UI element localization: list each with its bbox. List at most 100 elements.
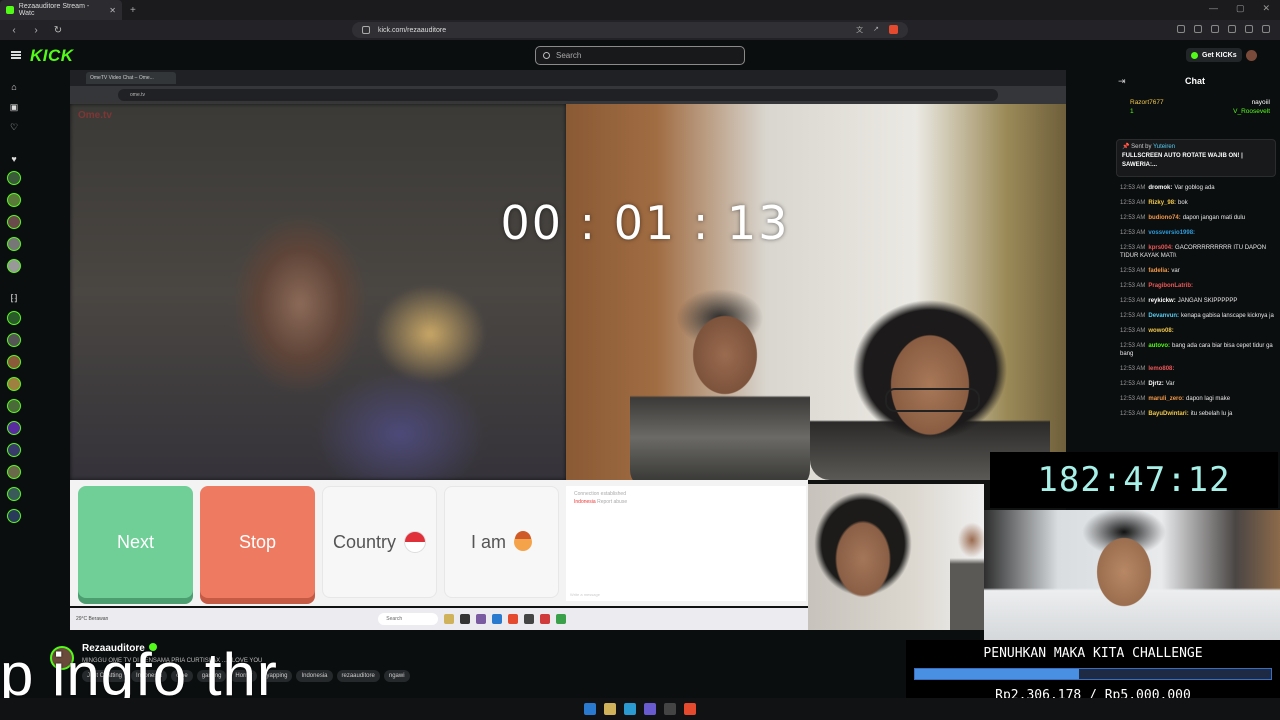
browser-tab[interactable]: Rezaauditore Stream - Watc ✕ [0, 0, 122, 20]
followed-channel-avatar[interactable] [7, 259, 21, 273]
recommended-channel-avatar[interactable] [7, 399, 21, 413]
user-avatar[interactable] [1246, 50, 1257, 61]
recommended-channel-avatar[interactable] [7, 421, 21, 435]
edge-icon [492, 614, 503, 624]
followed-channel-avatar[interactable] [7, 171, 21, 185]
chat-username[interactable]: Djrtz: [1148, 381, 1163, 387]
followed-channel-avatar[interactable] [7, 193, 21, 207]
tab-title: Rezaauditore Stream - Watc [18, 3, 90, 17]
chat-message: 12:53 AM maruli_zero: dapon lagi make [1120, 395, 1278, 403]
followed-channel-avatar[interactable] [7, 215, 21, 229]
chat-username[interactable]: reykickw: [1148, 298, 1175, 304]
chat-timestamp: 12:53 AM [1120, 366, 1146, 372]
country-button[interactable]: Country [322, 486, 437, 598]
tab-close-icon[interactable]: ✕ [109, 6, 116, 15]
obs-icon[interactable] [664, 703, 676, 715]
back-icon[interactable]: ‹ [6, 25, 22, 36]
hamburger-menu-icon[interactable] [11, 51, 21, 59]
chat-username[interactable]: dromok: [1148, 185, 1172, 191]
file-explorer-icon[interactable] [604, 703, 616, 715]
forward-icon[interactable]: › [28, 25, 44, 36]
kick-logo[interactable]: KICK [30, 46, 74, 66]
chat-message: 12:53 AM reykickw: JANGAN SKIPPPPPP [1120, 297, 1278, 305]
recommended-channel-avatar[interactable] [7, 487, 21, 501]
glasses [885, 388, 980, 412]
challenge-progress-fill [915, 669, 1080, 679]
window-close-icon[interactable]: ✕ [1262, 3, 1270, 14]
captured-taskbar: 29°C Berawan Search [70, 608, 808, 630]
recommended-channel-avatar[interactable] [7, 465, 21, 479]
minimize-icon[interactable]: — [1209, 3, 1218, 14]
share-icon[interactable]: ↗ [873, 25, 879, 35]
i-am-button[interactable]: I am [444, 486, 559, 598]
ometv-chat-input[interactable]: Write a message [570, 592, 600, 597]
extension-icon[interactable] [1177, 25, 1185, 33]
chat-message: 12:53 AM vossversio1998: [1120, 229, 1278, 237]
chat-username[interactable]: Devanvun: [1148, 313, 1179, 319]
report-abuse-link[interactable]: Report abuse [597, 499, 627, 505]
chat-username[interactable]: wowo08: [1148, 328, 1173, 334]
edge-icon[interactable] [624, 703, 636, 715]
maximize-icon[interactable]: ▢ [1236, 3, 1245, 14]
chat-timestamp: 12:53 AM [1120, 230, 1146, 236]
followed-heart-icon[interactable]: ♥ [9, 154, 19, 164]
windows-start-icon[interactable] [584, 703, 596, 715]
gifter-row: 1 V_Roosevelt [1130, 107, 1270, 116]
stop-button[interactable]: Stop [200, 486, 315, 598]
indonesia-flag-icon [404, 531, 427, 553]
site-info-icon[interactable] [362, 26, 370, 34]
video-player[interactable]: OmeTV Video Chat – Ome... ome.tv Ome.tv … [70, 70, 1066, 630]
new-tab-icon[interactable]: + [130, 5, 136, 16]
recommended-channel-avatar[interactable] [7, 509, 21, 523]
search-input[interactable]: Search [535, 46, 745, 65]
chat-username[interactable]: autovo: [1148, 343, 1170, 349]
address-bar[interactable]: kick.com/rezaauditore 文 ↗ [352, 22, 908, 38]
brave-icon[interactable] [684, 703, 696, 715]
wallet-icon[interactable] [1228, 25, 1236, 33]
extension-icon[interactable] [1194, 25, 1202, 33]
chat-username[interactable]: maruli_zero: [1148, 396, 1184, 402]
chat-message: 12:53 AM Devanvun: kenapa gabisa lanscape … [1120, 312, 1278, 320]
sidebar-icon[interactable] [1211, 25, 1219, 33]
gifter-name[interactable]: Razort7677 [1130, 98, 1164, 107]
chat-username[interactable]: PragibonLatrib: [1148, 283, 1193, 289]
chat-username[interactable]: vossversio1998: [1148, 230, 1195, 236]
extensions-bar [1177, 25, 1270, 33]
recommended-channel-avatar[interactable] [7, 333, 21, 347]
vpn-icon[interactable] [1245, 25, 1253, 33]
boy-emoji-icon [514, 531, 532, 551]
following-heart-icon[interactable]: ♡ [9, 122, 19, 132]
translate-icon[interactable]: 文 [856, 25, 863, 35]
browse-icon[interactable]: ▣ [9, 102, 19, 112]
gifter-row: Razort7677 nayoiil [1130, 98, 1270, 107]
home-icon[interactable]: ⌂ [9, 82, 19, 92]
discord-icon[interactable] [644, 703, 656, 715]
chat-username[interactable]: fadelia: [1148, 268, 1169, 274]
recommended-channel-avatar[interactable] [7, 443, 21, 457]
chat-username[interactable]: BayuDwintari: [1148, 411, 1188, 417]
menu-icon[interactable] [1262, 25, 1270, 33]
followed-channel-avatar[interactable] [7, 237, 21, 251]
recommended-channel-avatar[interactable] [7, 311, 21, 325]
pinned-sender: 📌 Sent by Yuteiren [1122, 143, 1270, 152]
chat-timestamp: 12:53 AM [1120, 185, 1146, 191]
get-kicks-button[interactable]: Get KICKs [1186, 48, 1242, 62]
gifter-name[interactable]: V_Roosevelt [1233, 107, 1270, 116]
next-button[interactable]: Next [78, 486, 193, 598]
chat-username[interactable]: budiono74: [1148, 215, 1180, 221]
chat-username[interactable]: kprs004: [1148, 245, 1173, 251]
stream-tag[interactable]: rezaauditore [336, 670, 380, 682]
reload-icon[interactable]: ↻ [50, 25, 66, 36]
brave-shield-icon[interactable] [889, 25, 898, 34]
gifter-name[interactable]: nayoiil [1252, 98, 1270, 107]
recommended-icon[interactable]: ⁅⁆ [9, 293, 19, 303]
pinned-user[interactable]: Yuteiren [1153, 144, 1175, 150]
chat-username[interactable]: lemo808: [1148, 366, 1174, 372]
recommended-channel-avatar[interactable] [7, 355, 21, 369]
stream-tag[interactable]: ngawi [383, 670, 410, 682]
recommended-channel-avatar[interactable] [7, 377, 21, 391]
stream-tag[interactable]: Indonesia [296, 670, 333, 682]
country-label: Country [332, 531, 397, 552]
stop-label: Stop [238, 531, 277, 552]
chat-username[interactable]: Rizky_98: [1148, 200, 1176, 206]
